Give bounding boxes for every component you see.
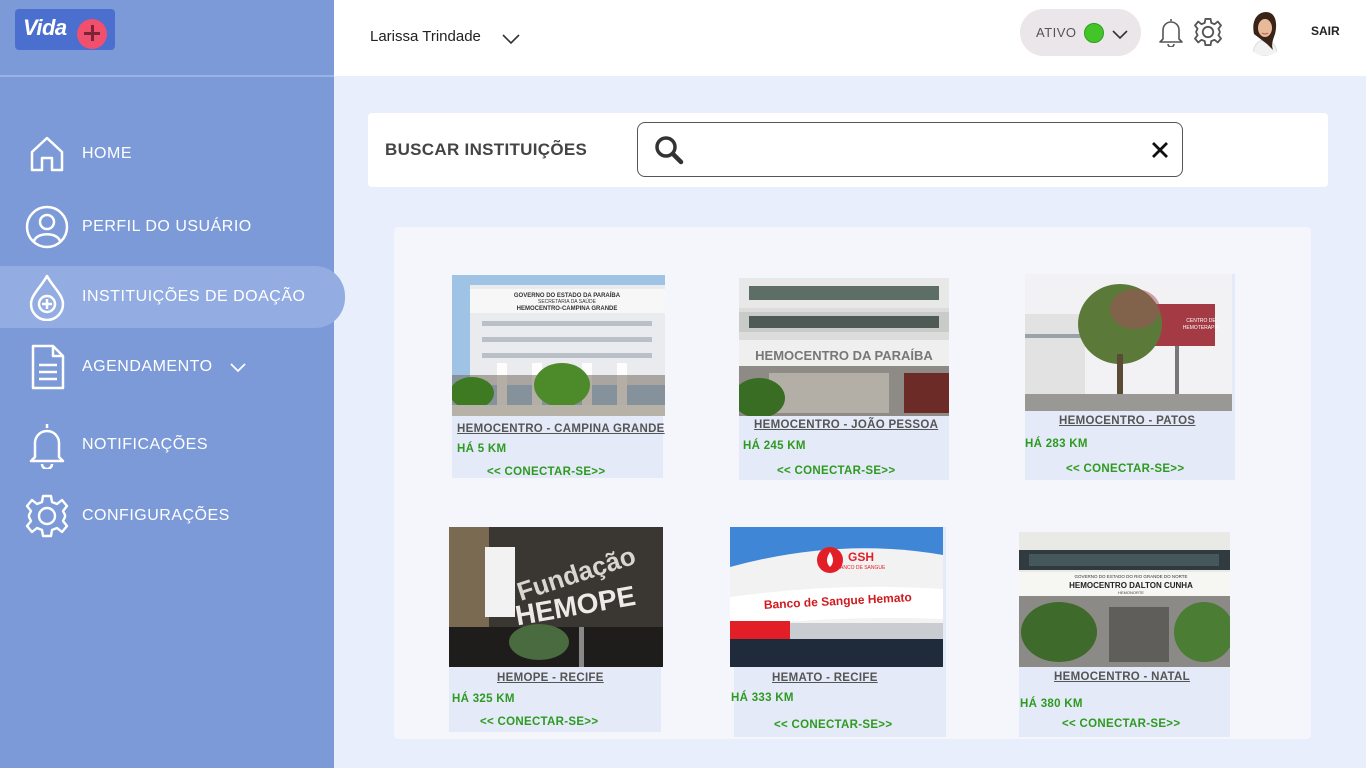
user-name[interactable]: Larissa Trindade xyxy=(370,28,481,45)
connect-button[interactable]: << CONECTAR-SE>> xyxy=(774,719,892,731)
document-icon xyxy=(24,344,70,390)
institution-photo: Fundação HEMOPE xyxy=(449,527,663,667)
search-box[interactable] xyxy=(637,122,1183,177)
sidebar-divider xyxy=(0,75,334,77)
institution-card: GSH BANCO DE SANGUE Banco de Sangue Hema… xyxy=(730,527,946,737)
search-input[interactable] xyxy=(696,133,1136,167)
sidebar-item-label: AGENDAMENTO xyxy=(82,358,213,375)
sidebar-item-donation-institutions[interactable]: INSTITUIÇÕES DE DOAÇÃO xyxy=(0,266,345,328)
notification-bell-icon[interactable] xyxy=(1158,17,1184,52)
svg-text:GOVERNO DO ESTADO DO RIO GRAND: GOVERNO DO ESTADO DO RIO GRANDE DO NORTE xyxy=(1074,574,1187,579)
sidebar-item-label: NOTIFICAÇÕES xyxy=(82,436,209,453)
search-panel: BUSCAR INSTITUIÇÕES xyxy=(368,113,1328,187)
svg-text:HEMOCENTRO DA PARAÍBA: HEMOCENTRO DA PARAÍBA xyxy=(755,348,933,363)
svg-text:HEMOCENTRO DALTON CUNHA: HEMOCENTRO DALTON CUNHA xyxy=(1069,581,1193,590)
sidebar-item-profile[interactable]: PERFIL DO USUÁRIO xyxy=(0,196,345,258)
sidebar-item-label: INSTITUIÇÕES DE DOAÇÃO xyxy=(82,288,306,305)
institution-distance: HÁ 245 KM xyxy=(743,440,806,452)
institutions-grid: GOVERNO DO ESTADO DA PARAÍBA SECRETARIA … xyxy=(394,227,1311,739)
connect-button[interactable]: << CONECTAR-SE>> xyxy=(1066,463,1184,475)
institution-distance: HÁ 283 KM xyxy=(1025,438,1088,450)
connect-button[interactable]: << CONECTAR-SE>> xyxy=(1062,718,1180,730)
svg-text:BANCO DE SANGUE: BANCO DE SANGUE xyxy=(837,565,886,571)
institution-photo: GSH BANCO DE SANGUE Banco de Sangue Hema… xyxy=(730,527,943,667)
institution-name[interactable]: HEMOCENTRO - JOÃO PESSOA xyxy=(754,419,938,431)
institution-name[interactable]: HEMOCENTRO - NATAL xyxy=(1054,671,1190,683)
status-label: ATIVO xyxy=(1036,25,1077,40)
institution-name[interactable]: HEMOCENTRO - PATOS xyxy=(1059,415,1195,427)
svg-text:GSH: GSH xyxy=(848,550,874,564)
chevron-down-icon[interactable] xyxy=(502,32,520,50)
sidebar-item-settings[interactable]: CONFIGURAÇÕES xyxy=(0,485,345,547)
institution-photo: CENTRO DE HEMOTERAPIA xyxy=(1025,274,1232,411)
search-title: BUSCAR INSTITUIÇÕES xyxy=(385,140,588,159)
connect-button[interactable]: << CONECTAR-SE>> xyxy=(777,465,895,477)
user-icon xyxy=(24,204,70,250)
svg-text:HEMOTERAPIA: HEMOTERAPIA xyxy=(1183,325,1220,331)
status-indicator xyxy=(1084,23,1104,43)
sidebar-item-scheduling[interactable]: AGENDAMENTO xyxy=(0,336,345,398)
institution-distance: HÁ 333 KM xyxy=(731,692,794,704)
app-logo[interactable]: Vida xyxy=(15,9,115,50)
institution-card: GOVERNO DO ESTADO DA PARAÍBA SECRETARIA … xyxy=(452,275,665,478)
institution-card: GOVERNO DO ESTADO DO RIO GRANDE DO NORTE… xyxy=(1019,532,1230,737)
top-header: Larissa Trindade ATIVO SAIR xyxy=(334,0,1366,76)
institution-photo: GOVERNO DO ESTADO DO RIO GRANDE DO NORTE… xyxy=(1019,532,1230,667)
bell-icon xyxy=(24,422,70,469)
institution-photo: GOVERNO DO ESTADO DA PARAÍBA SECRETARIA … xyxy=(452,275,665,416)
chevron-down-icon xyxy=(1112,27,1128,45)
svg-text:SECRETARIA DA SAÚDE: SECRETARIA DA SAÚDE xyxy=(538,298,597,305)
status-dropdown[interactable]: ATIVO xyxy=(1020,9,1141,56)
institution-name[interactable]: HEMOCENTRO - CAMPINA GRANDE xyxy=(457,423,665,435)
sidebar-item-notifications[interactable]: NOTIFICAÇÕES xyxy=(0,414,345,476)
connect-button[interactable]: << CONECTAR-SE>> xyxy=(480,716,598,728)
svg-text:HEMONORTE: HEMONORTE xyxy=(1118,590,1144,595)
avatar[interactable] xyxy=(1245,10,1285,56)
svg-text:HEMOCENTRO-CAMPINA GRANDE: HEMOCENTRO-CAMPINA GRANDE xyxy=(517,306,618,312)
sidebar: Vida HOME PERFIL DO USUÁRIO INSTITUIÇÕES… xyxy=(0,0,345,768)
institution-distance: HÁ 380 KM xyxy=(1020,698,1083,710)
search-icon[interactable] xyxy=(654,135,684,170)
institution-name[interactable]: HEMOPE - RECIFE xyxy=(497,672,604,684)
home-icon xyxy=(24,131,70,177)
institution-distance: HÁ 5 KM xyxy=(457,443,507,455)
logo-text: Vida xyxy=(23,15,67,40)
connect-button[interactable]: << CONECTAR-SE>> xyxy=(487,466,605,478)
blood-drop-plus-icon xyxy=(24,274,70,321)
sidebar-item-home[interactable]: HOME xyxy=(0,123,345,185)
close-icon[interactable] xyxy=(1150,140,1170,165)
sidebar-item-label: HOME xyxy=(82,145,132,162)
svg-text:CENTRO DE: CENTRO DE xyxy=(1186,318,1216,324)
sidebar-item-label: CONFIGURAÇÕES xyxy=(82,507,230,524)
institution-card: HEMOCENTRO DA PARAÍBA HEMOCENTRO - JOÃO … xyxy=(739,278,949,480)
logo-plus-icon xyxy=(77,19,107,49)
logout-button[interactable]: SAIR xyxy=(1311,24,1340,38)
chevron-down-icon[interactable] xyxy=(230,360,246,378)
settings-gear-icon[interactable] xyxy=(1193,17,1223,52)
institution-card: CENTRO DE HEMOTERAPIA HEMOCENTRO - PATOS… xyxy=(1025,274,1235,480)
institution-photo: HEMOCENTRO DA PARAÍBA xyxy=(739,278,949,416)
institution-card: Fundação HEMOPE HEMOPE - RECIFE HÁ 325 K… xyxy=(449,527,663,732)
sidebar-item-label: PERFIL DO USUÁRIO xyxy=(82,218,252,235)
institution-distance: HÁ 325 KM xyxy=(452,693,515,705)
institution-name[interactable]: HEMATO - RECIFE xyxy=(772,672,878,684)
svg-text:GOVERNO DO ESTADO DA PARAÍBA: GOVERNO DO ESTADO DA PARAÍBA xyxy=(514,291,621,299)
gear-icon xyxy=(24,493,70,539)
